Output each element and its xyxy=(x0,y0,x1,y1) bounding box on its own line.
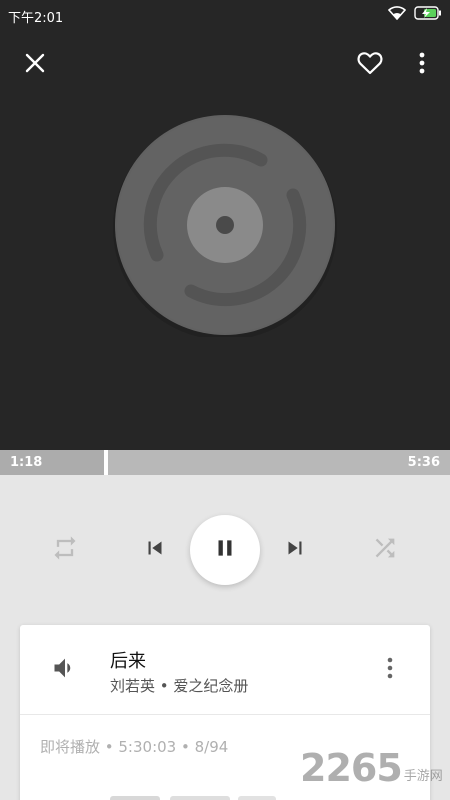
battery-icon xyxy=(414,6,442,24)
queue-next-row-partial[interactable] xyxy=(110,793,280,800)
volume-button[interactable] xyxy=(50,655,80,685)
playback-controls xyxy=(0,475,450,625)
card-divider xyxy=(20,714,430,715)
heart-outline-icon xyxy=(357,51,383,79)
watermark-number: 2265 xyxy=(300,745,403,790)
up-next-info: 即将播放 • 5:30:03 • 8/94 xyxy=(40,738,229,756)
favorite-button[interactable] xyxy=(355,50,385,80)
status-bar: 下午2:01 xyxy=(0,0,450,30)
more-vert-icon xyxy=(419,52,425,78)
song-title: 后来 xyxy=(110,651,146,672)
now-playing-header: 下午2:01 xyxy=(0,0,450,450)
shuffle-button[interactable] xyxy=(365,530,405,570)
next-button[interactable] xyxy=(278,533,312,567)
more-options-button[interactable] xyxy=(410,50,434,80)
more-vert-icon xyxy=(387,657,393,683)
seek-bar-thumb[interactable] xyxy=(104,450,109,475)
pause-button[interactable] xyxy=(190,515,260,585)
repeat-icon xyxy=(51,534,79,566)
wifi-icon xyxy=(387,6,407,24)
skip-previous-icon xyxy=(142,535,168,565)
seek-bar[interactable]: 1:18 5:36 xyxy=(0,450,450,475)
total-time: 5:36 xyxy=(407,455,440,470)
song-artist-album: 刘若英 • 爱之纪念册 xyxy=(110,677,249,695)
pause-icon xyxy=(212,535,238,565)
repeat-button[interactable] xyxy=(45,530,85,570)
status-icons xyxy=(387,6,442,24)
shuffle-icon xyxy=(371,534,399,566)
close-icon xyxy=(25,53,45,77)
song-more-button[interactable] xyxy=(380,655,400,685)
skip-next-icon xyxy=(282,535,308,565)
close-button[interactable] xyxy=(20,50,50,80)
status-time: 下午2:01 xyxy=(8,11,64,26)
watermark-logo: 2265 手游网 xyxy=(300,745,443,790)
album-art-placeholder xyxy=(113,113,337,340)
current-time: 1:18 xyxy=(10,455,43,470)
previous-button[interactable] xyxy=(138,533,172,567)
watermark-text: 手游网 xyxy=(403,769,443,784)
volume-icon xyxy=(51,654,79,686)
